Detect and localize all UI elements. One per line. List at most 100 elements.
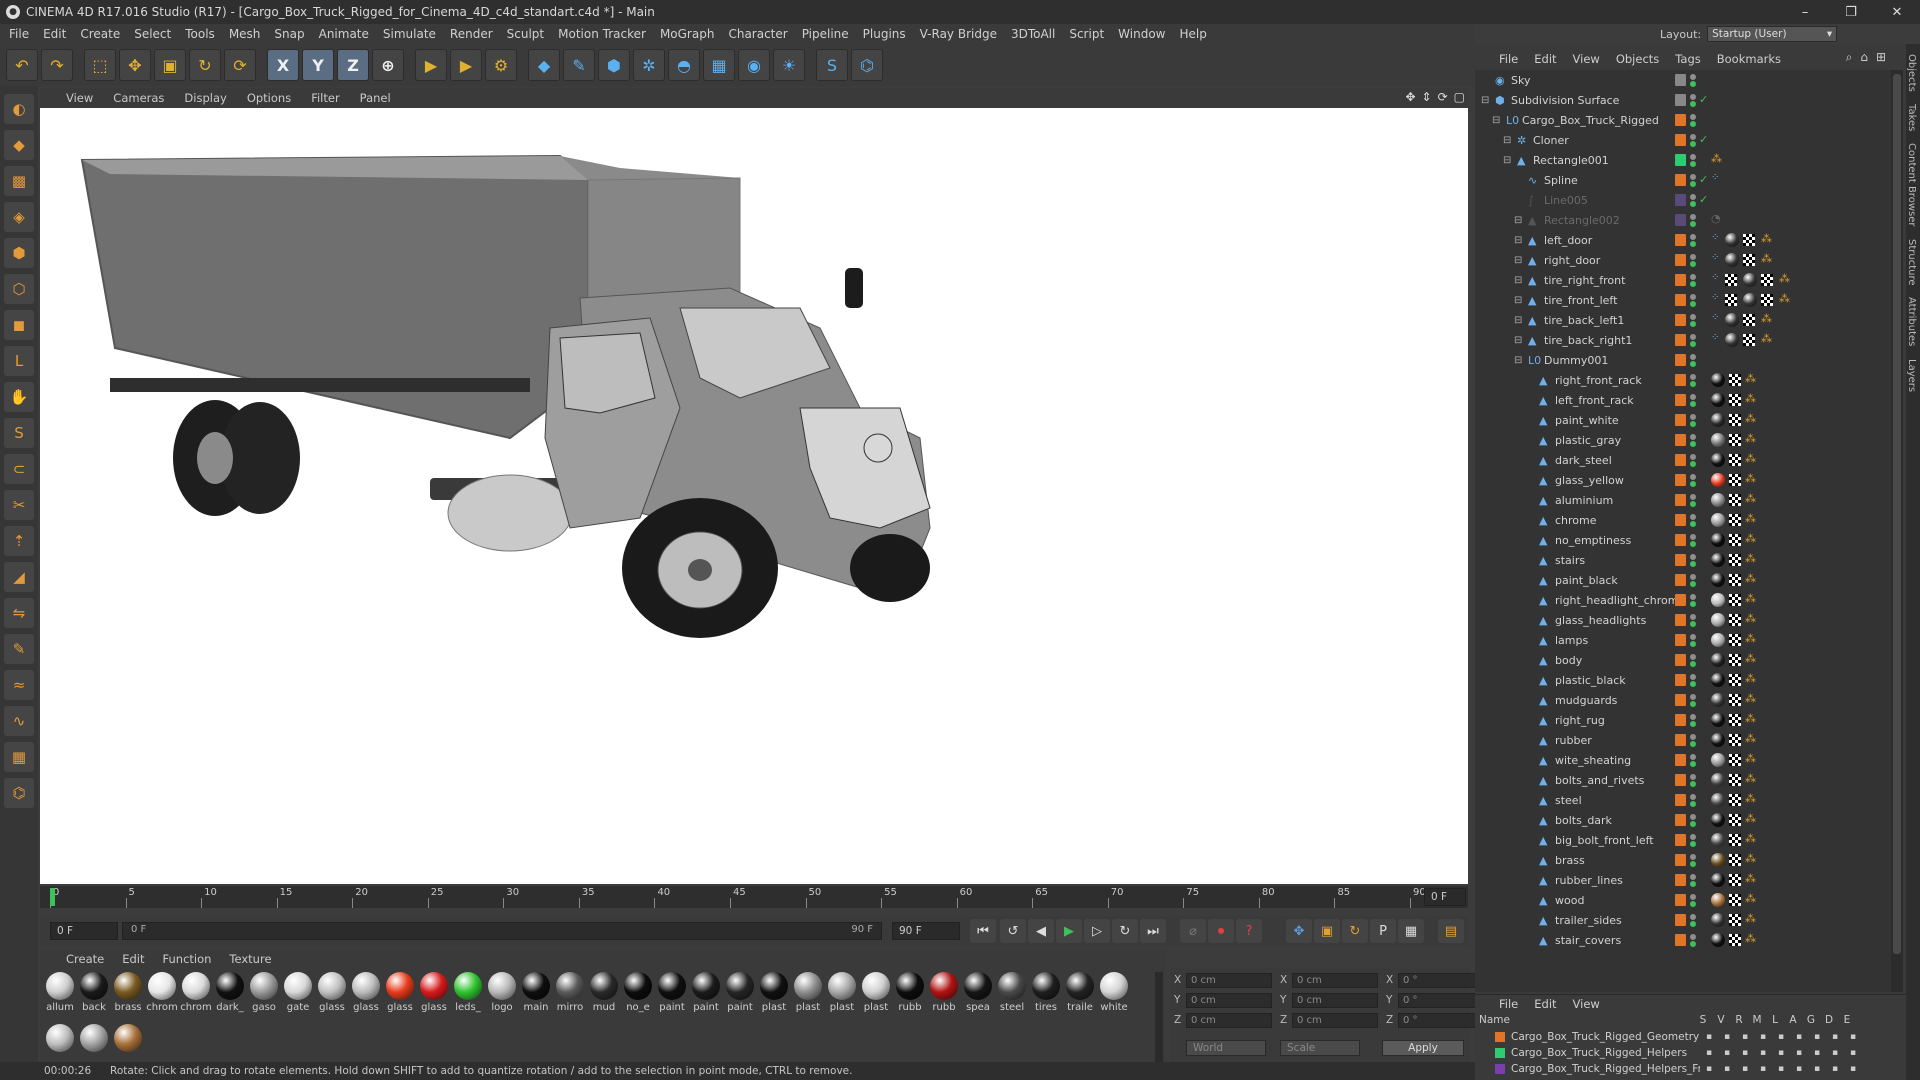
editor-visibility-dot[interactable] — [1690, 194, 1696, 200]
object-name[interactable]: dark_steel — [1555, 454, 1612, 467]
object-name[interactable]: steel — [1555, 794, 1582, 807]
material-tag-icon[interactable] — [1711, 433, 1725, 447]
render-visibility-dot[interactable] — [1690, 421, 1696, 427]
layer-name[interactable]: Cargo_Box_Truck_Rigged_Geometry — [1511, 1031, 1700, 1043]
material-tag-icon[interactable] — [1711, 853, 1725, 867]
layer-color-swatch[interactable] — [1675, 174, 1686, 186]
render-visibility-dot[interactable] — [1690, 401, 1696, 407]
expand-icon[interactable]: ⊟ — [1514, 295, 1522, 306]
material-swatch[interactable]: gate — [282, 972, 314, 1018]
editor-visibility-dot[interactable] — [1690, 354, 1696, 360]
layer-color-swatch[interactable] — [1675, 754, 1686, 766]
phong-tag-icon[interactable]: ⁂ — [1745, 712, 1756, 725]
viewport-menu-view[interactable]: View — [66, 91, 93, 105]
toggle-view-icon[interactable]: ▢ — [1454, 90, 1465, 104]
phong-tag-icon[interactable]: ⁂ — [1745, 572, 1756, 585]
texture-tag-icon[interactable] — [1729, 814, 1741, 826]
material-tag-icon[interactable] — [1711, 673, 1725, 687]
side-tab-layers[interactable]: Layers — [1906, 357, 1917, 394]
object-row-paint-white[interactable]: ▲ paint_white ⁂ — [1475, 410, 1891, 430]
object-row-big-bolt-front-left[interactable]: ▲ big_bolt_front_left ⁂ — [1475, 830, 1891, 850]
object-name[interactable]: tire_back_right1 — [1544, 334, 1632, 347]
layer-color-swatch[interactable] — [1675, 874, 1686, 886]
material-tag-icon[interactable] — [1711, 893, 1725, 907]
texture-tag-icon[interactable] — [1729, 894, 1741, 906]
object-row-right-front-rack[interactable]: ▲ right_front_rack ⁂ — [1475, 370, 1891, 390]
object-name[interactable]: tire_back_left1 — [1544, 314, 1624, 327]
material-swatch[interactable]: mirro — [554, 972, 586, 1018]
move-icon[interactable]: ✥ — [119, 49, 151, 81]
layer-row[interactable]: Cargo_Box_Truck_Rigged_Helpers_Freeze▪▪▪… — [1475, 1062, 1906, 1076]
phong-tag-icon[interactable]: ⁂ — [1745, 472, 1756, 485]
object-row-paint-black[interactable]: ▲ paint_black ⁂ — [1475, 570, 1891, 590]
texture-tag-icon[interactable] — [1729, 574, 1741, 586]
phong-tag-icon[interactable]: ⁂ — [1745, 432, 1756, 445]
material-swatch[interactable]: glass — [384, 972, 416, 1018]
editor-visibility-dot[interactable] — [1690, 594, 1696, 600]
render-visibility-dot[interactable] — [1690, 161, 1696, 167]
material-menu-texture[interactable]: Texture — [229, 952, 271, 966]
maximize-button[interactable]: ❐ — [1828, 0, 1874, 24]
material-swatch[interactable]: allum — [44, 972, 76, 1018]
texture-tag-icon[interactable] — [1729, 654, 1741, 666]
object-name[interactable]: paint_white — [1555, 414, 1619, 427]
editor-visibility-dot[interactable] — [1690, 94, 1696, 100]
editor-visibility-dot[interactable] — [1690, 494, 1696, 500]
phong-tag-icon[interactable]: ⁂ — [1745, 492, 1756, 505]
phong-tag-icon[interactable]: ⁂ — [1761, 252, 1772, 265]
generator-icon[interactable]: ▪ — [1808, 1064, 1826, 1074]
render-visibility-dot[interactable] — [1690, 681, 1696, 687]
object-name[interactable]: trailer_sides — [1555, 914, 1622, 927]
object-row-right-headlight-chrome[interactable]: ▲ right_headlight_chrome ⁂ — [1475, 590, 1891, 610]
material-swatch[interactable]: chrom — [180, 972, 212, 1018]
object-row-mudguards[interactable]: ▲ mudguards ⁂ — [1475, 690, 1891, 710]
object-name[interactable]: rubber_lines — [1555, 874, 1623, 887]
layer-color-swatch[interactable] — [1675, 114, 1686, 126]
bevel-icon[interactable]: ◢ — [4, 562, 34, 592]
material-swatch[interactable]: steel — [996, 972, 1028, 1018]
layer-color-swatch[interactable] — [1675, 514, 1686, 526]
phong-tag-icon[interactable]: ⁂ — [1745, 812, 1756, 825]
material-tag-icon[interactable] — [1725, 333, 1739, 347]
side-tab-objects[interactable]: Objects — [1906, 52, 1917, 94]
object-name[interactable]: Subdivision Surface — [1511, 94, 1619, 107]
expand-icon[interactable]: ⊟ — [1514, 235, 1522, 246]
lock-icon[interactable]: ▪ — [1772, 1064, 1790, 1074]
play-icon[interactable]: ▶ — [1056, 919, 1082, 943]
layer-color-swatch[interactable] — [1675, 194, 1686, 206]
layer-color-swatch[interactable] — [1675, 654, 1686, 666]
editor-visibility-dot[interactable] — [1690, 634, 1696, 640]
undo-icon[interactable]: ↶ — [6, 49, 38, 81]
layer-color-swatch[interactable] — [1675, 234, 1686, 246]
texture-tag-icon[interactable] — [1729, 774, 1741, 786]
object-name[interactable]: tire_front_left — [1544, 294, 1617, 307]
menu-simulate[interactable]: Simulate — [383, 27, 436, 41]
render-visibility-dot[interactable] — [1690, 101, 1696, 107]
menu-tools[interactable]: Tools — [185, 27, 215, 41]
z-axis-icon[interactable]: Z — [337, 49, 369, 81]
layer-color-swatch[interactable] — [1675, 474, 1686, 486]
render-visibility-dot[interactable] — [1690, 521, 1696, 527]
texture-tag-icon[interactable] — [1761, 274, 1773, 286]
texture-tag-icon[interactable] — [1729, 414, 1741, 426]
layer-color-swatch[interactable] — [1675, 454, 1686, 466]
editor-visibility-dot[interactable] — [1690, 514, 1696, 520]
render-visibility-dot[interactable] — [1690, 441, 1696, 447]
object-row-tire-front-left[interactable]: ⊟ ▲ tire_front_left ⁘ ⁂ — [1475, 290, 1891, 310]
object-row-tire-back-right1[interactable]: ⊟ ▲ tire_back_right1 ⁘ ⁂ — [1475, 330, 1891, 350]
phong-tag-icon[interactable]: ⁂ — [1779, 292, 1790, 305]
material-tag-icon[interactable] — [1711, 573, 1725, 587]
phong-tag-icon[interactable]: ⁂ — [1761, 232, 1772, 245]
editor-visibility-dot[interactable] — [1690, 474, 1696, 480]
editor-visibility-dot[interactable] — [1690, 314, 1696, 320]
menu-character[interactable]: Character — [728, 27, 787, 41]
render-settings-icon[interactable]: ⚙ — [485, 49, 517, 81]
object-name[interactable]: Spline — [1544, 174, 1578, 187]
material-swatch[interactable]: plast — [792, 972, 824, 1018]
render-visibility-dot[interactable] — [1690, 381, 1696, 387]
deformer-icon[interactable]: ▪ — [1826, 1032, 1844, 1042]
layer-color-swatch[interactable] — [1675, 834, 1686, 846]
texture-tag-icon[interactable] — [1729, 474, 1741, 486]
object-row-cargo-box-truck-rigged[interactable]: ⊟ L0 Cargo_Box_Truck_Rigged — [1475, 110, 1891, 130]
layer-color-swatch[interactable] — [1675, 674, 1686, 686]
